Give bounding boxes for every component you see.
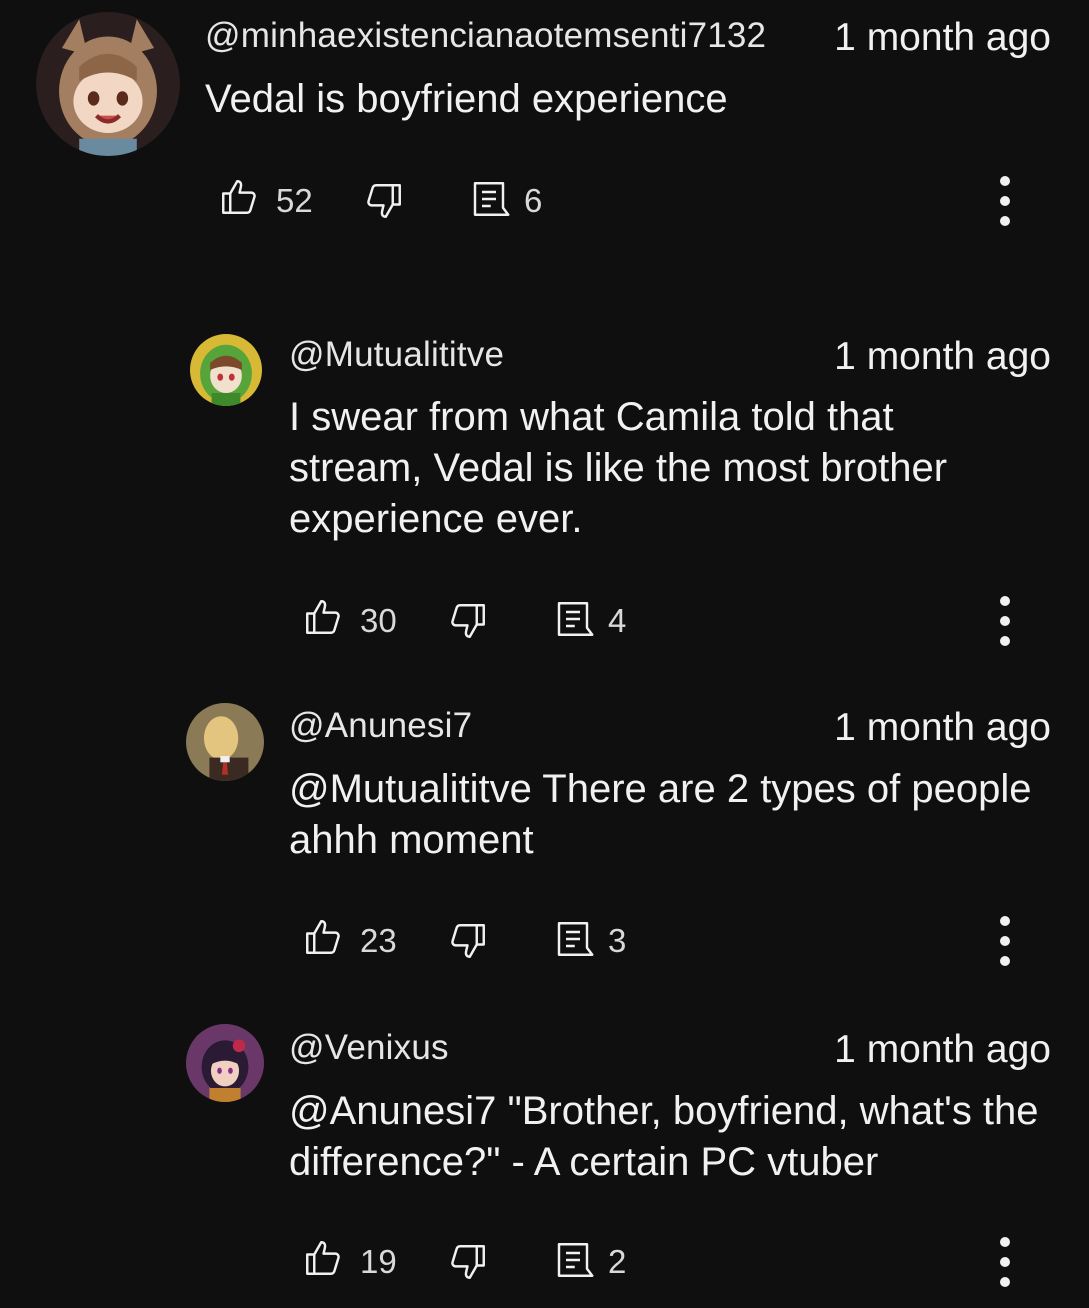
thumbs-up-icon[interactable] bbox=[302, 596, 344, 638]
like-count: 30 bbox=[360, 602, 397, 639]
avatar-image bbox=[186, 1024, 264, 1102]
like-count: 23 bbox=[360, 922, 397, 959]
thumbs-up-icon[interactable] bbox=[302, 916, 344, 958]
thumbs-up-icon[interactable] bbox=[302, 1237, 344, 1279]
comment-text-line: @Anunesi7 "Brother, boyfriend, what's th… bbox=[289, 1089, 1039, 1133]
thumbs-down-icon[interactable] bbox=[447, 1241, 489, 1283]
comment-actions: 19 2 bbox=[302, 1237, 1058, 1287]
comment-actions: 52 6 bbox=[218, 176, 1058, 226]
comment-text: I swear from what Camila told that strea… bbox=[289, 392, 947, 545]
comment-reply-icon[interactable] bbox=[552, 598, 594, 640]
avatar[interactable] bbox=[36, 12, 180, 156]
comment-text-line: difference?" - A certain PC vtuber bbox=[289, 1140, 879, 1184]
reply-count[interactable]: 4 bbox=[608, 600, 626, 642]
avatar-image bbox=[190, 334, 262, 406]
comment-text-line: I swear from what Camila told that bbox=[289, 395, 894, 439]
more-vert-icon[interactable] bbox=[995, 916, 1015, 966]
thumbs-down-icon[interactable] bbox=[363, 180, 405, 222]
comment-text-line: ahhh moment bbox=[289, 818, 534, 862]
comment-author[interactable]: @Mutualititve bbox=[289, 335, 504, 375]
avatar-image bbox=[186, 703, 264, 781]
comment-actions: 30 4 bbox=[302, 596, 1058, 646]
avatar[interactable] bbox=[186, 1024, 264, 1102]
comment-text-line: stream, Vedal is like the most brother bbox=[289, 446, 948, 490]
comment-reply-icon[interactable] bbox=[468, 178, 510, 220]
avatar-image bbox=[36, 12, 180, 156]
avatar[interactable] bbox=[186, 703, 264, 781]
comment-text: @Anunesi7 "Brother, boyfriend, what's th… bbox=[289, 1086, 1039, 1188]
avatar[interactable] bbox=[190, 334, 262, 406]
comment-author[interactable]: @minhaexistencianaotemsenti7132 bbox=[205, 16, 766, 56]
thumbs-up-icon[interactable] bbox=[218, 176, 260, 218]
reply-count[interactable]: 2 bbox=[608, 1241, 626, 1283]
comment-timestamp: 1 month ago bbox=[834, 1028, 1051, 1071]
comment-text-line: experience ever. bbox=[289, 497, 583, 541]
reply-count[interactable]: 6 bbox=[524, 180, 542, 222]
comment-text: Vedal is boyfriend experience bbox=[205, 74, 728, 125]
comment-timestamp: 1 month ago bbox=[834, 706, 1051, 749]
like-count: 52 bbox=[276, 182, 313, 219]
comment-text: @Mutualititve There are 2 types of peopl… bbox=[289, 764, 1032, 866]
comment-text-line: @Mutualititve There are 2 types of peopl… bbox=[289, 767, 1032, 811]
more-vert-icon[interactable] bbox=[995, 596, 1015, 646]
more-vert-icon[interactable] bbox=[995, 176, 1015, 226]
comment-actions: 23 3 bbox=[302, 916, 1058, 966]
comment-reply-icon[interactable] bbox=[552, 918, 594, 960]
reply-count[interactable]: 3 bbox=[608, 920, 626, 962]
more-vert-icon[interactable] bbox=[995, 1237, 1015, 1287]
comment-text-line: Vedal is boyfriend experience bbox=[205, 77, 728, 121]
comment-timestamp: 1 month ago bbox=[834, 335, 1051, 378]
comment-author[interactable]: @Venixus bbox=[289, 1028, 449, 1068]
comment-author[interactable]: @Anunesi7 bbox=[289, 706, 472, 746]
like-count: 19 bbox=[360, 1243, 397, 1280]
comment-reply-icon[interactable] bbox=[552, 1239, 594, 1281]
thumbs-down-icon[interactable] bbox=[447, 920, 489, 962]
comment-timestamp: 1 month ago bbox=[834, 16, 1051, 59]
thumbs-down-icon[interactable] bbox=[447, 600, 489, 642]
